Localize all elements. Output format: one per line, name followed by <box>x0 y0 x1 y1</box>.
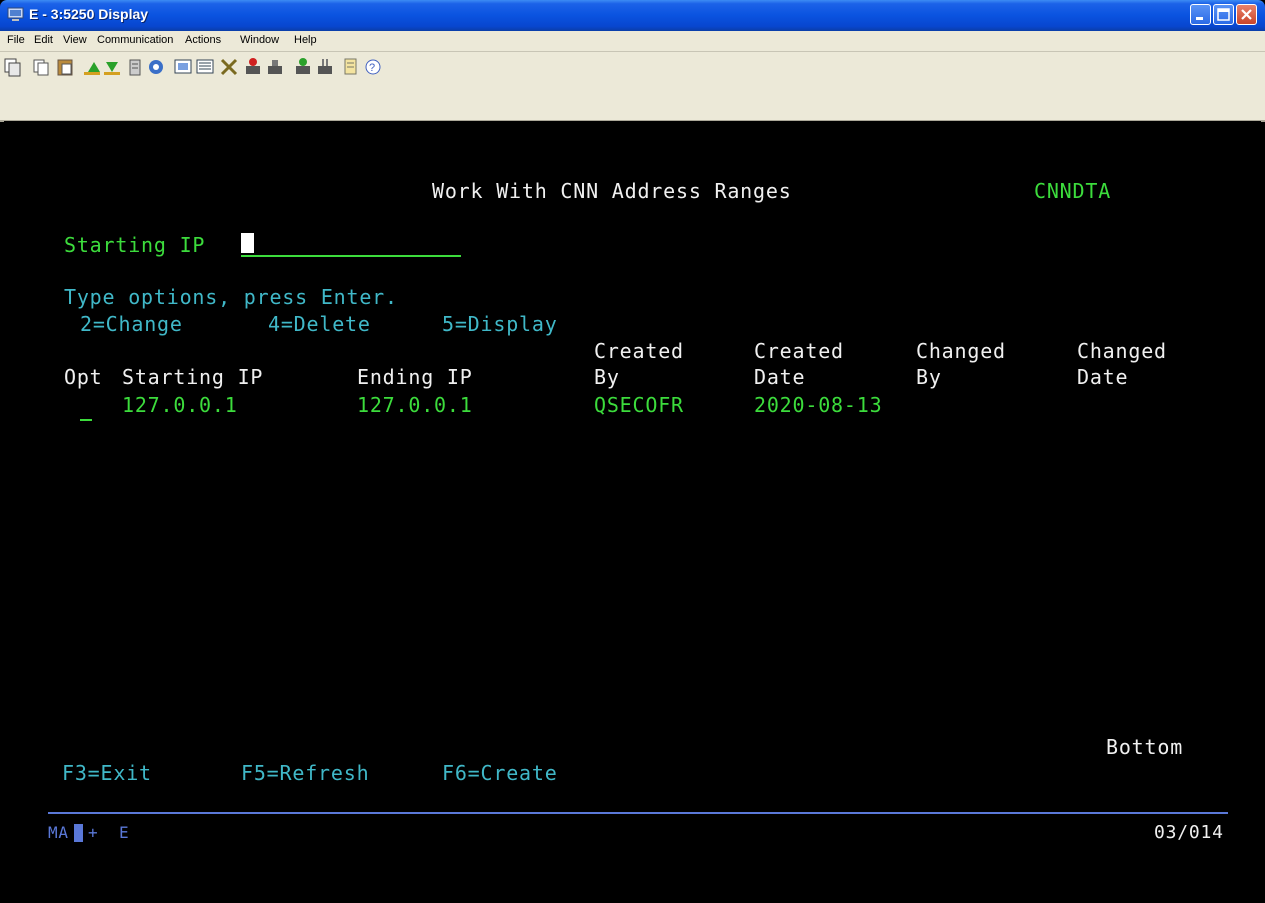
menu-communication[interactable]: Communication <box>97 34 173 46</box>
menu-bar: File Edit View Communication Actions Win… <box>0 31 1265 52</box>
option-change: 2=Change <box>80 312 183 336</box>
status-mode: MA <box>48 823 69 842</box>
receive-file-icon[interactable] <box>104 62 120 75</box>
opt-underline <box>80 419 92 421</box>
keypad-icon[interactable] <box>174 59 192 74</box>
close-button[interactable] <box>1236 4 1257 25</box>
col-changed-by-1: Changed <box>916 339 1006 363</box>
fkey-create[interactable]: F6=Create <box>442 763 558 783</box>
paste-icon[interactable] <box>57 59 73 76</box>
terminal-app-icon <box>7 7 24 21</box>
col-opt: Opt <box>64 365 103 389</box>
copy-icon[interactable] <box>33 59 49 76</box>
col-ending-ip: Ending IP <box>357 365 473 389</box>
print-icon[interactable] <box>246 58 260 74</box>
macro-icon[interactable] <box>149 60 163 74</box>
keyboard-icon[interactable] <box>196 59 214 74</box>
col-created-by-2: By <box>594 365 620 389</box>
svg-text:?: ? <box>369 62 375 74</box>
row-created-date: 2020-08-13 <box>754 393 883 417</box>
cursor-position: 03/014 <box>1154 822 1224 843</box>
help-icon[interactable]: ? <box>365 59 381 75</box>
window-title: E - 3:5250 Display <box>29 6 149 22</box>
minimize-button[interactable] <box>1190 4 1211 25</box>
fkey-exit[interactable]: F3=Exit <box>62 763 152 783</box>
menu-edit[interactable]: Edit <box>34 34 53 46</box>
print-stop-icon[interactable] <box>268 60 282 74</box>
option-display: 5=Display <box>442 312 558 336</box>
col-changed-date-2: Date <box>1077 365 1129 389</box>
starting-ip-label: Starting IP <box>64 233 206 257</box>
send-file-icon[interactable] <box>84 62 100 75</box>
starting-ip-input[interactable] <box>241 231 461 257</box>
col-changed-by-2: By <box>916 365 942 389</box>
menu-file[interactable]: File <box>7 34 25 46</box>
instructions-text: Type options, press Enter. <box>64 285 398 309</box>
screen-title: Work With CNN Address Ranges <box>432 179 792 203</box>
maximize-button[interactable] <box>1213 4 1234 25</box>
notes-icon[interactable] <box>344 58 357 75</box>
fkey-refresh[interactable]: F5=Refresh <box>241 763 369 783</box>
row-created-by: QSECOFR <box>594 393 684 417</box>
settings-icon[interactable] <box>220 58 238 76</box>
menu-view[interactable]: View <box>63 34 87 46</box>
col-created-date-1: Created <box>754 339 844 363</box>
display-icon[interactable] <box>129 59 141 76</box>
minimize-icon <box>1196 17 1203 20</box>
row-ending-ip: 127.0.0.1 <box>357 393 473 417</box>
status-session: E <box>119 823 130 842</box>
status-divider <box>48 812 1228 814</box>
window-titlebar[interactable]: E - 3:5250 Display <box>0 0 1265 31</box>
cursor-block <box>241 233 254 253</box>
maximize-icon <box>1217 8 1230 21</box>
status-cursor-block <box>74 824 83 842</box>
menu-window[interactable]: Window <box>240 34 279 46</box>
copy-screen-icon[interactable] <box>4 58 21 77</box>
row-opt-input[interactable] <box>64 395 94 421</box>
close-icon <box>1241 9 1252 20</box>
col-created-date-2: Date <box>754 365 806 389</box>
menu-help[interactable]: Help <box>294 34 317 46</box>
position-indicator: Bottom <box>1106 735 1184 759</box>
library-name: CNNDTA <box>1034 179 1112 203</box>
menu-actions[interactable]: Actions <box>185 34 221 46</box>
col-created-by-1: Created <box>594 339 684 363</box>
option-delete: 4=Delete <box>268 312 371 336</box>
status-plus: + <box>88 823 99 842</box>
input-underline <box>241 255 461 257</box>
toolbar-icons: ? <box>4 58 381 77</box>
toolbar: ? <box>0 52 1265 122</box>
col-changed-date-1: Changed <box>1077 339 1167 363</box>
terminal-screen[interactable]: Work With CNN Address Ranges CNNDTA Star… <box>4 121 1261 903</box>
print-screen-icon[interactable] <box>296 58 310 74</box>
row-starting-ip: 127.0.0.1 <box>122 393 238 417</box>
trace-icon[interactable] <box>318 59 332 74</box>
col-starting-ip: Starting IP <box>122 365 264 389</box>
